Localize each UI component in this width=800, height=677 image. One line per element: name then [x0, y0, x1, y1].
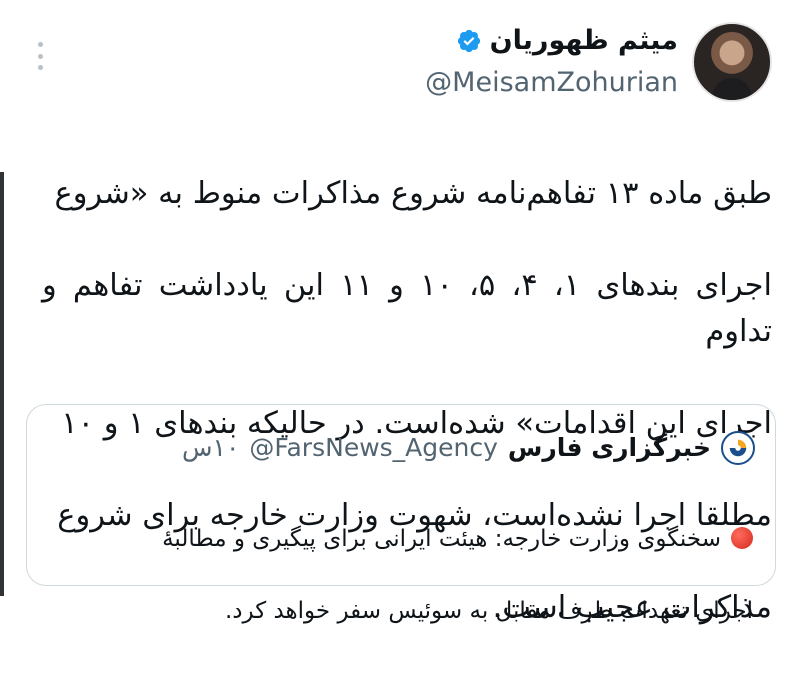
fars-news-logo-icon[interactable]: [721, 431, 755, 465]
author-names: میثم ظهوریان @MeisamZohurian: [425, 22, 678, 102]
quoted-text-line: سخنگوی وزارت خارجه: هیئت ایرانی برای پیگ…: [162, 526, 721, 552]
quoted-tweet-time[interactable]: ۱۰س: [182, 431, 239, 465]
tweet-text-line: اجرای بندهای ۱، ۴، ۵، ۱۰ و ۱۱ این یادداش…: [42, 268, 773, 349]
quoted-tweet-header: خبرگزاری فارس @FarsNews_Agency ۱۰س: [182, 431, 755, 465]
author-handle[interactable]: @MeisamZohurian: [425, 64, 678, 102]
left-edge-divider: [0, 172, 4, 596]
quoted-author-name[interactable]: خبرگزاری فارس: [508, 431, 711, 465]
verified-badge-icon: [456, 28, 482, 54]
quoted-text-line-1: سخنگوی وزارت خارجه: هیئت ایرانی برای پیگ…: [67, 521, 753, 557]
quoted-author-handle[interactable]: @FarsNews_Agency: [249, 431, 498, 465]
quoted-text-line-2: اجرای تعهدات طرف مقابل به سوئیس سفر خواه…: [224, 598, 753, 624]
red-circle-icon: [731, 527, 753, 549]
more-vertical-icon[interactable]: [35, 42, 45, 70]
quoted-tweet-text: سخنگوی وزارت خارجه: هیئت ایرانی برای پیگ…: [67, 485, 753, 665]
tweet-header: میثم ظهوریان @MeisamZohurian: [425, 22, 772, 102]
quoted-tweet-card[interactable]: خبرگزاری فارس @FarsNews_Agency ۱۰س سخنگو…: [26, 404, 776, 624]
tweet-text-line: طبق ماده ۱۳ تفاهم‌نامه شروع مذاکرات منوط…: [54, 176, 773, 211]
author-avatar[interactable]: [692, 22, 772, 102]
author-display-name[interactable]: میثم ظهوریان: [490, 22, 678, 60]
author-display-row: میثم ظهوریان: [456, 22, 678, 60]
